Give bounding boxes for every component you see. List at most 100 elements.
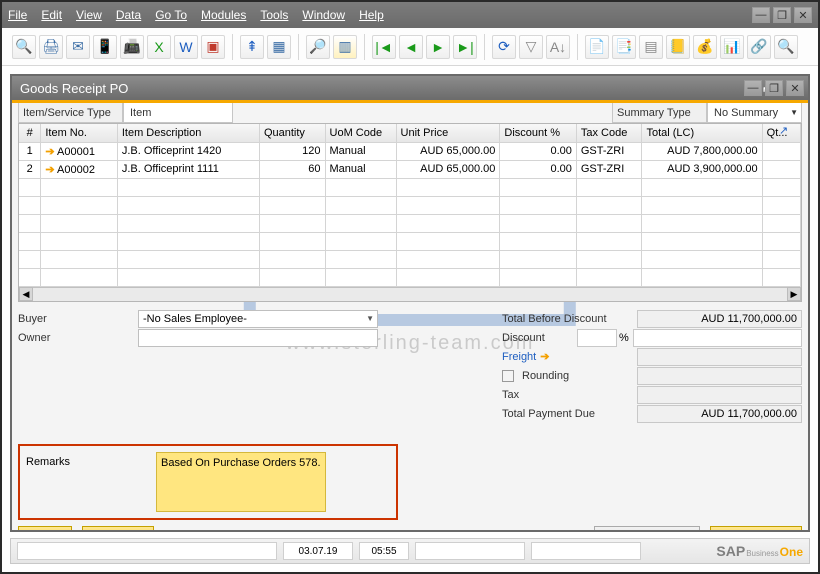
menu-help[interactable]: Help bbox=[359, 8, 384, 22]
related-icon[interactable]: 🔗 bbox=[747, 35, 771, 59]
tax-label: Tax bbox=[502, 389, 637, 401]
status-segment-4 bbox=[415, 542, 525, 560]
sms-icon[interactable]: 📱 bbox=[93, 35, 117, 59]
payment-means-icon[interactable]: 💰 bbox=[693, 35, 717, 59]
col-price[interactable]: Unit Price bbox=[396, 124, 500, 142]
rounding-value bbox=[637, 367, 802, 385]
transaction-journal-icon[interactable]: 📒 bbox=[666, 35, 690, 59]
menu-edit[interactable]: Edit bbox=[41, 8, 62, 22]
table-row[interactable] bbox=[19, 250, 801, 268]
item-service-type-select[interactable]: Item bbox=[123, 103, 233, 123]
col-tax[interactable]: Tax Code bbox=[576, 124, 642, 142]
col-rownum[interactable]: # bbox=[19, 124, 41, 142]
menu-data[interactable]: Data bbox=[116, 8, 141, 22]
menu-window[interactable]: Window bbox=[302, 8, 345, 22]
profit-icon[interactable]: 📊 bbox=[720, 35, 744, 59]
main-menu-bar: File Edit View Data Go To Modules Tools … bbox=[2, 2, 818, 28]
doc-maximize-button[interactable]: ❐ bbox=[765, 80, 783, 96]
doc-close-button[interactable]: ✕ bbox=[786, 80, 804, 96]
preview-icon[interactable]: 🔍 bbox=[12, 35, 36, 59]
lock-icon[interactable]: ⇞ bbox=[240, 35, 264, 59]
refresh-icon[interactable]: ⟳ bbox=[492, 35, 516, 59]
drill-arrow-icon[interactable]: ➔ bbox=[45, 164, 54, 176]
base-doc-icon[interactable]: 📄 bbox=[585, 35, 609, 59]
word-icon[interactable]: W bbox=[174, 35, 198, 59]
print-icon[interactable]: 🖨 bbox=[39, 35, 63, 59]
table-row[interactable]: 2 ➔ A00002 J.B. Officeprint 1111 60 Manu… bbox=[19, 160, 801, 178]
discount-label: Discount bbox=[502, 332, 577, 344]
menu-goto[interactable]: Go To bbox=[155, 8, 187, 22]
prev-record-icon[interactable]: ◄ bbox=[399, 35, 423, 59]
sort-icon[interactable]: A↓ bbox=[546, 35, 570, 59]
document-window: Goods Receipt PO ↖ — ❐ ✕ STEM® www.sterl… bbox=[10, 74, 810, 532]
fax-icon[interactable]: 📠 bbox=[120, 35, 144, 59]
rounding-checkbox[interactable] bbox=[502, 370, 514, 382]
main-toolbar: 🔍 🖨 ✉ 📱 📠 X W ▣ ⇞ ▦ 🔎 ▥ |◄ ◄ ► ►| ⟳ ▽ A↓… bbox=[2, 28, 818, 66]
ok-button[interactable]: OK bbox=[18, 526, 72, 531]
doc-minimize-button[interactable]: — bbox=[744, 80, 762, 96]
discount-pct-input[interactable] bbox=[577, 329, 617, 347]
remarks-highlight-box: Remarks Based On Purchase Orders 578. bbox=[18, 444, 398, 520]
total-payment-due-label: Total Payment Due bbox=[502, 408, 637, 420]
status-bar: 03.07.19 05:55 SAPBusinessOne bbox=[10, 538, 810, 564]
app-close-button[interactable]: ✕ bbox=[794, 7, 812, 23]
summary-type-label: Summary Type bbox=[612, 103, 707, 123]
item-service-type-row: Item/Service Type Item Summary Type No S… bbox=[18, 103, 802, 123]
cancel-button[interactable]: Cancel bbox=[82, 526, 154, 531]
scroll-right-icon[interactable]: ▶ bbox=[787, 287, 801, 301]
app-minimize-button[interactable]: — bbox=[752, 7, 770, 23]
filter-icon[interactable]: ▽ bbox=[519, 35, 543, 59]
table-row[interactable] bbox=[19, 178, 801, 196]
last-record-icon[interactable]: ►| bbox=[453, 35, 477, 59]
layout-icon[interactable]: ▤ bbox=[639, 35, 663, 59]
buyer-select[interactable]: -No Sales Employee- bbox=[138, 310, 378, 328]
target-doc-icon[interactable]: 📑 bbox=[612, 35, 636, 59]
table-row[interactable] bbox=[19, 214, 801, 232]
menu-modules[interactable]: Modules bbox=[201, 8, 246, 22]
col-discount[interactable]: Discount % bbox=[500, 124, 577, 142]
menu-view[interactable]: View bbox=[76, 8, 102, 22]
owner-label: Owner bbox=[18, 332, 138, 344]
drill-arrow-icon[interactable]: ➔ bbox=[45, 146, 54, 158]
freight-drill-icon[interactable]: ➔ bbox=[540, 350, 549, 363]
percent-sign: % bbox=[619, 332, 629, 344]
copy-from-button[interactable]: Copy From▼ bbox=[594, 526, 700, 531]
grid-expand-icon[interactable]: ↗ bbox=[779, 124, 795, 140]
scroll-left-icon[interactable]: ◀ bbox=[19, 287, 33, 301]
mail-icon[interactable]: ✉ bbox=[66, 35, 90, 59]
menu-tools[interactable]: Tools bbox=[260, 8, 288, 22]
add-mode-icon[interactable]: ▥ bbox=[333, 35, 357, 59]
form-settings-icon[interactable]: ▦ bbox=[267, 35, 291, 59]
next-record-icon[interactable]: ► bbox=[426, 35, 450, 59]
first-record-icon[interactable]: |◄ bbox=[372, 35, 396, 59]
owner-input[interactable] bbox=[138, 329, 378, 347]
query-icon[interactable]: 🔍 bbox=[774, 35, 798, 59]
table-row[interactable]: 1 ➔ A00001 J.B. Officeprint 1420 120 Man… bbox=[19, 142, 801, 160]
table-row[interactable] bbox=[19, 268, 801, 286]
excel-icon[interactable]: X bbox=[147, 35, 171, 59]
total-payment-due-value: AUD 11,700,000.00 bbox=[637, 405, 802, 423]
document-title-bar: Goods Receipt PO ↖ — ❐ ✕ bbox=[12, 76, 808, 100]
document-title: Goods Receipt PO bbox=[20, 81, 128, 96]
remarks-textarea[interactable]: Based On Purchase Orders 578. bbox=[156, 452, 326, 512]
col-itemno[interactable]: Item No. bbox=[41, 124, 118, 142]
freight-link[interactable]: Freight bbox=[502, 351, 536, 363]
tax-value bbox=[637, 386, 802, 404]
col-total[interactable]: Total (LC) bbox=[642, 124, 762, 142]
status-date: 03.07.19 bbox=[283, 542, 353, 560]
status-segment-1 bbox=[17, 542, 277, 560]
table-row[interactable] bbox=[19, 196, 801, 214]
remarks-label: Remarks bbox=[26, 452, 146, 512]
grid-horizontal-scrollbar[interactable]: ◀ ▶ bbox=[19, 287, 801, 301]
col-desc[interactable]: Item Description bbox=[117, 124, 259, 142]
col-uom[interactable]: UoM Code bbox=[325, 124, 396, 142]
discount-value-input[interactable] bbox=[633, 329, 802, 347]
app-maximize-button[interactable]: ❐ bbox=[773, 7, 791, 23]
menu-file[interactable]: File bbox=[8, 8, 27, 22]
pdf-icon[interactable]: ▣ bbox=[201, 35, 225, 59]
table-row[interactable] bbox=[19, 232, 801, 250]
find-icon[interactable]: 🔎 bbox=[306, 35, 330, 59]
summary-type-select[interactable]: No Summary▼ bbox=[707, 103, 802, 123]
copy-to-button[interactable]: Copy To▼ bbox=[710, 526, 802, 531]
col-qty[interactable]: Quantity bbox=[259, 124, 325, 142]
